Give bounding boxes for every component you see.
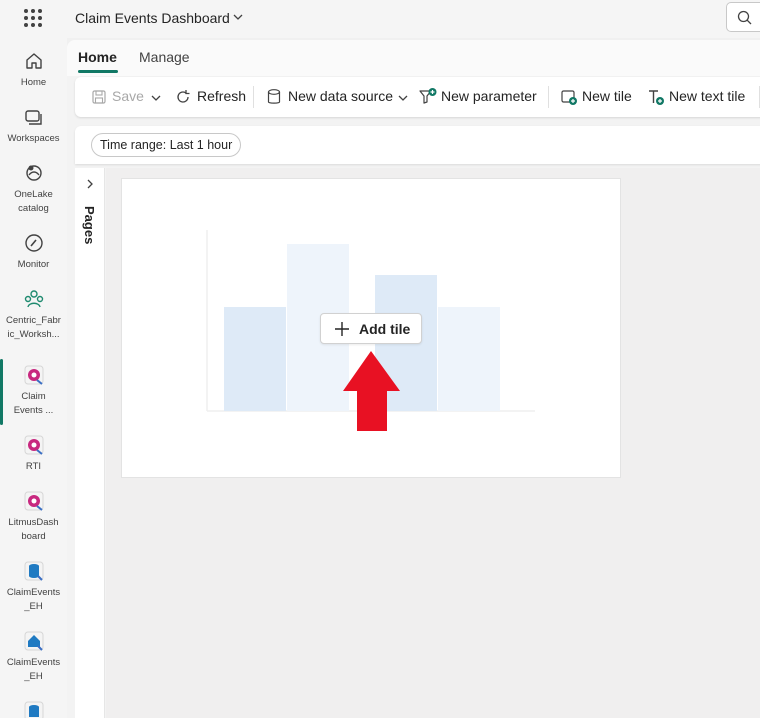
red-arrow-annotation-icon [343,351,400,431]
search-input[interactable] [726,2,760,32]
rail-item-litmus-dashboard[interactable]: LitmusDash board [0,490,67,544]
toolbar-divider [253,86,254,108]
tab-underline [78,70,118,73]
pages-label[interactable]: Pages [82,206,97,244]
refresh-icon [177,90,190,103]
rail-label: _EH [24,601,43,612]
chevron-down-icon[interactable] [150,92,162,104]
eventhouse-icon [24,701,43,718]
new-parameter-button[interactable]: New parameter [441,88,537,104]
onelake-icon [25,165,42,181]
app-title[interactable]: Claim Events Dashboard [75,10,230,26]
plus-icon [335,322,349,336]
time-range-pill[interactable]: Time range: Last 1 hour [91,133,242,157]
pages-panel: Pages [75,168,105,718]
tab-home[interactable]: Home [78,49,117,65]
new-data-source-button[interactable]: New data source [288,88,393,104]
filter-add-icon [419,88,437,104]
database-icon [267,89,281,104]
monitor-icon [24,234,43,252]
rail-item-monitor[interactable]: Monitor [0,232,67,272]
rail-label: RTI [25,461,42,472]
rail-item-claim-events[interactable]: Claim Events ... [0,364,67,418]
rail-label: board [21,531,46,542]
rail-label: catalog [18,203,49,214]
rail-label: Workspaces [7,133,60,144]
dashboard-icon [24,365,43,385]
rail-label: Centric_Fabr [6,315,61,326]
save-button[interactable]: Save [112,88,144,104]
chevron-down-icon[interactable] [397,92,409,104]
rail-label: Events ... [13,405,54,416]
filter-bar: Time range: Last 1 hour [75,126,760,164]
chevron-right-icon[interactable] [84,178,96,190]
app-launcher-icon[interactable] [24,9,42,27]
rail-item-workspaces[interactable]: Workspaces [0,106,67,146]
rail-label: Monitor [17,259,50,270]
rail-item-home[interactable]: Home [0,50,67,90]
rail-item-claimevents-eh-2[interactable]: ClaimEvents _EH [0,630,67,684]
rail-label: _EH [24,671,43,682]
refresh-button[interactable]: Refresh [197,88,246,104]
add-tile-button[interactable]: Add tile [320,313,422,344]
eventhouse-icon [24,561,43,581]
rail-label: ClaimEvents [6,657,61,668]
dashboard-icon [24,491,43,511]
rail-label: ClaimEvents [6,587,61,598]
rail-item-onelake[interactable]: OneLake catalog [0,162,67,216]
rail-label: ic_Worksh... [7,329,60,340]
left-nav-rail: Home Workspaces OneLake catalog Monitor … [0,38,67,718]
top-bar: Claim Events Dashboard [0,0,760,38]
tile-add-icon [561,90,577,105]
rail-item-centric-workspace[interactable]: Centric_Fabr ic_Worksh... [0,288,67,342]
rail-label: Home [20,77,47,88]
eventhouse-icon [24,631,43,651]
ribbon-tabs: Home Manage [67,40,760,76]
new-tile-button[interactable]: New tile [582,88,632,104]
rail-item-claimevents-eh-1[interactable]: ClaimEvents _EH [0,560,67,614]
new-text-tile-button[interactable]: New text tile [669,88,745,104]
home-icon [25,53,42,69]
text-tile-add-icon [649,90,664,105]
rail-label: OneLake [14,189,53,200]
rail-item-partial[interactable] [0,700,67,718]
rail-label: Claim [21,391,46,402]
save-icon [92,90,106,104]
tab-manage[interactable]: Manage [139,49,190,65]
rail-item-rti[interactable]: RTI [0,434,67,474]
add-tile-label: Add tile [359,321,411,337]
workspace-group-icon [24,290,43,308]
toolbar-divider [548,86,549,108]
workspaces-icon [24,110,42,125]
chevron-down-icon[interactable] [232,11,244,23]
toolbar: Save Refresh New data source New paramet… [75,77,760,117]
dashboard-icon [24,435,43,455]
search-icon [737,10,752,25]
rail-label: LitmusDash [8,517,59,528]
